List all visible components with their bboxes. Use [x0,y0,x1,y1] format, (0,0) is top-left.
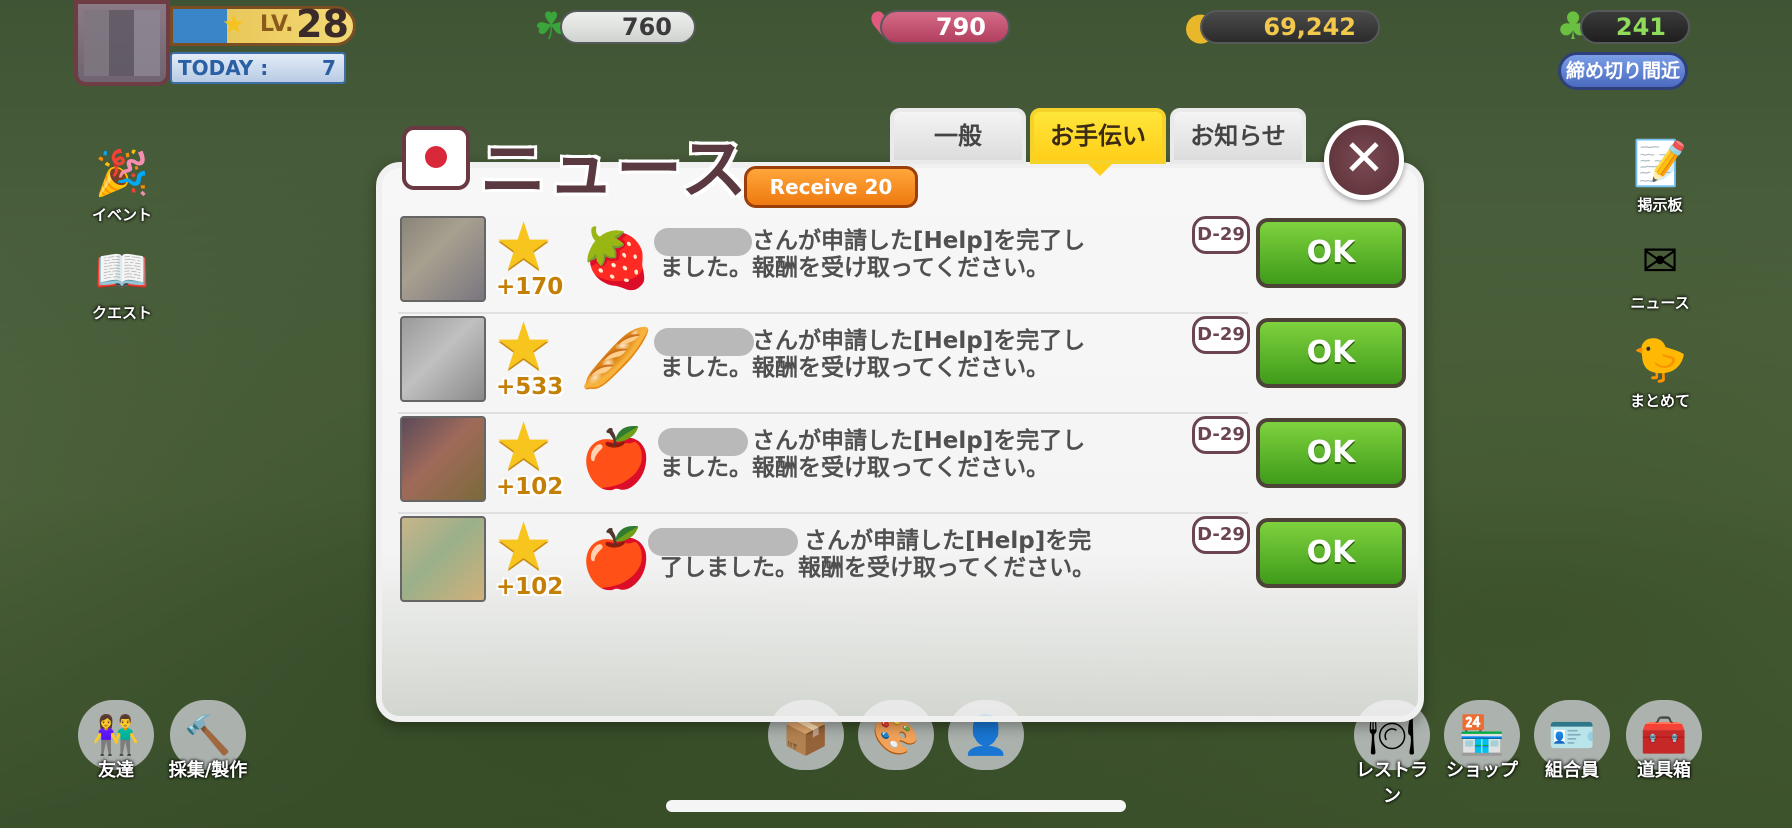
player-avatar[interactable] [74,0,170,86]
bottom-item-label: レストラン [1356,760,1428,807]
ok-button[interactable]: OK [1256,218,1406,288]
level-label: LV. [260,12,294,37]
notepad-icon: 📝 [1632,138,1688,189]
home-indicator[interactable] [666,800,1126,812]
bottom-item-label: 道具箱 [1637,760,1691,781]
list-item: ★ +102 🍎 さんが申請した[Help]を完了しました。報酬を受け取ってくだ… [398,508,1406,612]
bottom-item-toolbox[interactable]: 🧰 道具箱 [1624,700,1704,782]
ok-button[interactable]: OK [1256,318,1406,388]
bottom-item-label: 採集/製作 [168,760,248,781]
dialog-title: ニュース [480,131,749,208]
friend-avatar [400,316,486,402]
news-message: さんが申請した[Help]を完了しました。報酬を受け取ってください。 [660,328,1086,381]
tab-notice[interactable]: お知らせ [1170,108,1306,164]
friend-avatar [400,216,486,302]
side-item-event[interactable]: 🎉 イベント [72,138,172,225]
bottom-item-craft[interactable]: 🔨 採集/製作 [168,700,248,782]
reward-points: +170 [496,274,564,300]
side-item-label: ニュース [1630,294,1690,312]
side-item-news[interactable]: ✉ ニュース [1610,226,1710,313]
strawberry-jam-icon: 🍓 [580,224,653,292]
reward-points: +533 [496,374,564,400]
tab-general[interactable]: 一般 [890,108,1026,164]
today-label: TODAY : [178,56,269,80]
apple-jam-icon: 🍎 [580,424,653,492]
reward-points: +102 [496,474,564,500]
bread-basket-icon: 🥖 [580,324,653,392]
side-item-board[interactable]: 📝 掲示板 [1610,128,1710,215]
envelope-icon [402,126,470,190]
bottom-item-member[interactable]: 🪪 組合員 [1532,700,1612,782]
deadline-button[interactable]: 締め切り間近 [1558,52,1688,90]
duck-icon: 🐤 [1632,334,1688,385]
apple-jam-icon: 🍎 [580,524,653,592]
tab-help[interactable]: お手伝い [1030,108,1166,164]
quest-book-icon: 📖 [94,246,150,297]
friend-avatar [400,516,486,602]
star-icon: ★ [494,408,554,485]
friend-avatar [400,416,486,502]
bottom-item-label: 組合員 [1545,760,1599,781]
side-item-label: まとめて [1629,392,1690,410]
side-item-label: 掲示板 [1637,196,1683,214]
active-tab-pointer [1088,164,1112,176]
coin-counter[interactable]: 69,242 [1200,10,1380,44]
close-button[interactable]: ✕ [1324,120,1404,200]
bottom-item-label: 友達 [98,760,134,781]
list-item: ★ +170 🍓 さんが申請した[Help]を完了しました。報酬を受け取ってくだ… [398,208,1406,314]
star-icon: ★ [494,208,554,285]
side-item-bulk[interactable]: 🐤 まとめて [1610,324,1710,411]
side-item-quest[interactable]: 📖 クエスト [72,236,172,323]
deadline-badge: D-29 [1192,416,1250,454]
news-message: さんが申請した[Help]を完了しました。報酬を受け取ってください。 [660,228,1086,281]
ok-button[interactable]: OK [1256,518,1406,588]
reward-points: +102 [496,574,564,600]
heart-counter[interactable]: 790 [880,10,1010,44]
side-item-label: クエスト [91,304,152,322]
envelope-icon: ✉ [1641,236,1679,287]
side-item-label: イベント [91,206,152,224]
today-value: 7 [322,56,336,80]
receive-all-button[interactable]: Receive 20 [744,166,918,208]
level-value: 28 [296,2,349,46]
list-item: ★ +102 🍎 さんが申請した[Help]を完了しました。報酬を受け取ってくだ… [398,408,1406,514]
bottom-item-friends[interactable]: 👫 友達 [76,700,156,782]
star-icon: ★ [494,308,554,385]
clover-counter[interactable]: 760 [560,10,696,44]
sprout-counter[interactable]: 241 [1580,10,1690,44]
star-icon: ★ [494,508,554,585]
level-star-icon: ★ [222,10,246,40]
deadline-badge: D-29 [1192,216,1250,254]
ok-button[interactable]: OK [1256,418,1406,488]
party-popper-icon: 🎉 [94,148,150,199]
list-item: ★ +533 🥖 さんが申請した[Help]を完了しました。報酬を受け取ってくだ… [398,308,1406,414]
deadline-badge: D-29 [1192,316,1250,354]
news-message: さんが申請した[Help]を完了しました。報酬を受け取ってください。 [660,528,1096,581]
news-message: さんが申請した[Help]を完了しました。報酬を受け取ってください。 [660,428,1086,481]
bottom-item-shop[interactable]: 🏪 ショップ [1442,700,1522,782]
deadline-badge: D-29 [1192,516,1250,554]
bottom-item-label: ショップ [1446,760,1518,781]
